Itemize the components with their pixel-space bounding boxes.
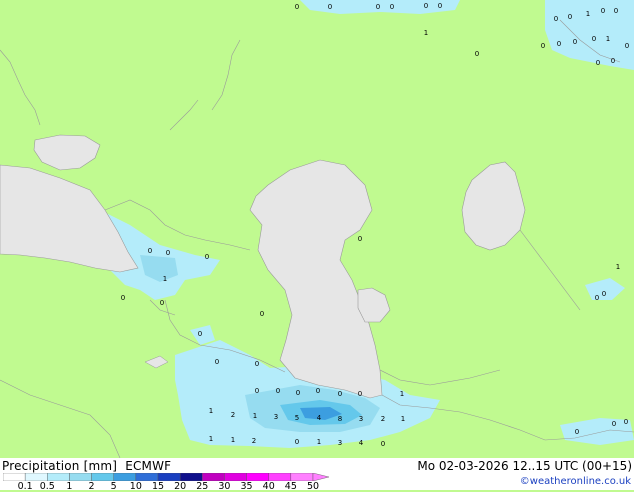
point-value: 0 — [338, 390, 342, 398]
scale-label: 10 — [129, 481, 142, 492]
scale-label: 15 — [151, 481, 165, 492]
scale-swatch — [179, 473, 203, 481]
map-svg: 0 0 0 0 0 0 0 1 0 0 0 1 0 1 0 0 0 0 0 0 … — [0, 0, 634, 459]
point-value: 0 — [438, 2, 442, 10]
scale-swatch — [3, 473, 26, 481]
point-value: 0 — [148, 247, 152, 255]
point-value: 4 — [317, 414, 322, 422]
map-title: Precipitation [mm] ECMWF — [2, 459, 172, 473]
point-value: 0 — [376, 3, 380, 11]
point-value: 0 — [358, 235, 362, 243]
scale-swatch — [135, 473, 159, 481]
scale-label: 25 — [196, 481, 209, 492]
point-value: 1 — [424, 29, 428, 37]
point-value: 0 — [602, 290, 606, 298]
point-value: 5 — [295, 414, 299, 422]
point-value: 0 — [573, 38, 577, 46]
point-value: 0 — [295, 3, 299, 11]
point-value: 0 — [614, 7, 618, 15]
point-value: 1 — [317, 438, 321, 446]
point-value: 0 — [358, 390, 362, 398]
scale-swatch — [268, 473, 292, 481]
point-value: 8 — [338, 415, 342, 423]
scale-swatch — [113, 473, 137, 481]
point-value: 2 — [381, 415, 385, 423]
color-scale — [3, 473, 330, 481]
point-value: 1 — [616, 263, 620, 271]
point-value: 0 — [160, 299, 164, 307]
point-value: 0 — [554, 15, 558, 23]
point-value: 0 — [575, 428, 579, 436]
point-value: 0 — [328, 3, 332, 11]
forecast-datetime: Mo 02-03-2026 12..15 UTC (00+15) — [417, 459, 632, 473]
credit-link[interactable]: ©weatheronline.co.uk — [520, 476, 631, 487]
point-value: 1 — [209, 407, 213, 415]
scale-label: 40 — [262, 481, 275, 492]
point-value: 0 — [295, 438, 299, 446]
scale-swatch — [47, 473, 70, 481]
point-value: 2 — [231, 411, 235, 419]
point-value: 0 — [121, 294, 125, 302]
point-value: 1 — [163, 275, 167, 283]
scale-label: 20 — [174, 481, 187, 492]
scale-label: 30 — [218, 481, 231, 492]
scale-swatch — [246, 473, 269, 481]
point-value: 1 — [606, 35, 610, 43]
scale-swatch — [202, 473, 225, 481]
point-value: 1 — [231, 436, 235, 444]
point-value: 3 — [274, 413, 278, 421]
point-value: 0 — [255, 360, 259, 368]
point-value: 0 — [541, 42, 545, 50]
point-value: 3 — [359, 415, 363, 423]
point-value: 0 — [260, 310, 264, 318]
point-value: 0 — [255, 387, 259, 395]
point-value: 3 — [338, 439, 342, 447]
point-value: 0 — [166, 249, 170, 257]
scale-label: 0.1 — [17, 481, 33, 492]
point-value: 0 — [205, 253, 209, 261]
point-value: 0 — [611, 57, 615, 65]
point-value: 1 — [209, 435, 213, 443]
point-value: 0 — [475, 50, 479, 58]
point-value: 0 — [381, 440, 385, 448]
scale-label: 2 — [88, 481, 95, 492]
point-value: 0 — [316, 387, 320, 395]
point-value: 0 — [612, 420, 616, 428]
point-value: 4 — [359, 439, 364, 447]
precipitation-map: 0 0 0 0 0 0 0 1 0 0 0 1 0 1 0 0 0 0 0 0 … — [0, 0, 634, 459]
scale-label: 5 — [110, 481, 117, 492]
scale-label: 50 — [306, 481, 320, 492]
point-value: 0 — [557, 40, 561, 48]
point-value: 0 — [568, 13, 572, 21]
point-value: 0 — [198, 330, 202, 338]
point-value: 0 — [276, 387, 280, 395]
scale-swatch — [24, 473, 48, 481]
point-value: 0 — [596, 59, 600, 67]
scale-swatch — [69, 473, 92, 481]
legend-footer: Precipitation [mm] ECMWF Mo 02-03-2026 1… — [0, 458, 634, 492]
scale-swatch — [224, 473, 247, 481]
scale-label: 35 — [240, 481, 253, 492]
point-value: 1 — [253, 412, 257, 420]
point-value: 2 — [252, 437, 256, 445]
point-value: 0 — [592, 35, 596, 43]
scale-arrow — [312, 473, 330, 481]
scale-label: 1 — [66, 481, 73, 492]
point-value: 0 — [296, 389, 300, 397]
scale-label: 45 — [284, 481, 297, 492]
point-value: 1 — [586, 10, 590, 18]
scale-label: 0.5 — [39, 481, 55, 492]
point-value: 0 — [424, 2, 428, 10]
scale-swatch — [157, 473, 181, 481]
point-value: 0 — [625, 42, 629, 50]
point-value: 0 — [215, 358, 219, 366]
point-value: 0 — [601, 7, 605, 15]
scale-swatch — [91, 473, 114, 481]
point-value: 1 — [401, 415, 405, 423]
point-value: 1 — [400, 390, 404, 398]
point-value: 0 — [390, 3, 394, 11]
point-value: 0 — [624, 418, 628, 426]
scale-swatch — [290, 473, 314, 481]
point-value: 0 — [595, 294, 599, 302]
